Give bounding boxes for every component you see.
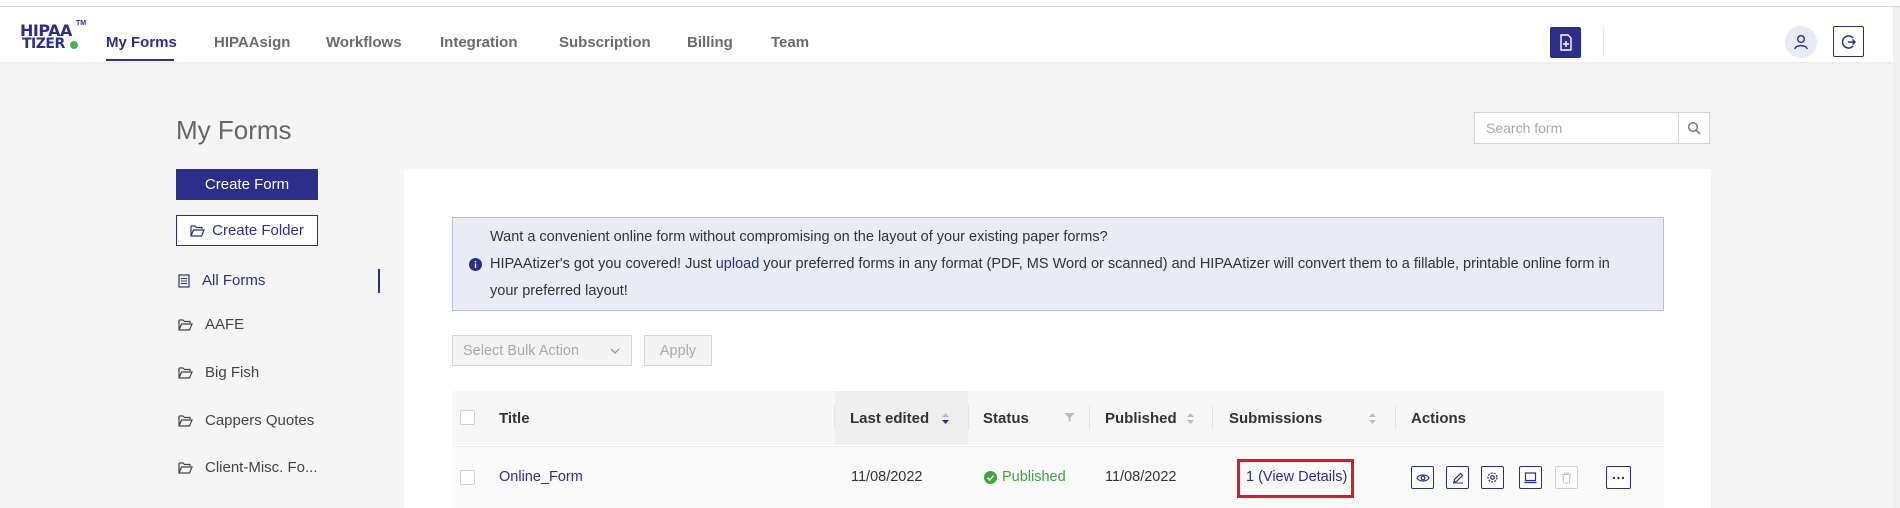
folder-open-icon	[190, 224, 206, 237]
chevron-down-icon	[610, 348, 620, 354]
view-form-button[interactable]	[1411, 466, 1434, 489]
more-icon	[1612, 476, 1625, 479]
column-header-title[interactable]: Title	[499, 410, 530, 427]
page-title: My Forms	[176, 115, 292, 145]
column-divider	[834, 405, 835, 430]
table-header	[452, 391, 1664, 445]
info-line2: HIPAAtizer's got you covered! Just uploa…	[490, 251, 1650, 278]
nav-workflows[interactable]: Workflows	[326, 34, 402, 51]
search-input[interactable]	[1475, 113, 1679, 143]
filter-icon[interactable]	[1064, 412, 1075, 423]
column-divider	[968, 405, 969, 430]
column-header-actions: Actions	[1411, 410, 1467, 427]
hipaatizer-logo[interactable]: HIPAA TM TIZER	[20, 20, 87, 55]
embed-form-button[interactable]	[1519, 466, 1542, 489]
navbar-divider	[1603, 27, 1604, 55]
column-header-submissions[interactable]: Submissions	[1229, 410, 1322, 427]
form-settings-button[interactable]	[1481, 466, 1504, 489]
info-line2-end: your preferred forms in any format (PDF,…	[759, 256, 1610, 272]
logout-icon	[1841, 34, 1856, 49]
sidebar-item-label: Client-Misc. Fo...	[205, 459, 318, 476]
nav-team[interactable]: Team	[771, 34, 809, 51]
upload-link[interactable]: upload	[716, 256, 760, 272]
document-plus-icon	[1559, 34, 1572, 51]
settings-icon	[1487, 472, 1498, 483]
info-text: Want a convenient online form without co…	[490, 224, 1650, 305]
nav-billing[interactable]: Billing	[687, 34, 733, 51]
nav-active-underline	[106, 59, 174, 61]
nav-hipaasign[interactable]: HIPAAsign	[214, 34, 290, 51]
sort-descending-icon[interactable]	[941, 411, 950, 426]
status-label: Published	[1002, 469, 1066, 485]
column-divider	[1089, 405, 1090, 430]
browser-top-line	[0, 0, 1900, 7]
user-profile-button[interactable]	[1785, 26, 1817, 58]
view-icon	[1415, 473, 1430, 482]
search-icon	[1687, 121, 1701, 135]
new-document-button[interactable]	[1550, 27, 1581, 58]
user-icon	[1794, 35, 1808, 50]
delete-icon	[1562, 471, 1571, 484]
info-line3: your preferred layout!	[490, 283, 628, 299]
info-icon	[469, 258, 482, 271]
logo-tm: TM	[76, 20, 87, 27]
folder-icon	[178, 318, 193, 331]
column-header-published[interactable]: Published	[1105, 410, 1177, 427]
bulk-action-placeholder: Select Bulk Action	[463, 342, 580, 359]
create-form-button[interactable]: Create Form	[176, 169, 318, 200]
sidebar-item-label: Cappers Quotes	[205, 412, 315, 429]
view-details-link[interactable]: 1 (View Details)	[1246, 469, 1347, 485]
create-folder-button[interactable]: Create Folder	[176, 215, 318, 246]
sidebar-item-aafe[interactable]: AAFE	[178, 316, 244, 333]
sidebar-item-all-forms[interactable]: All Forms	[178, 272, 265, 289]
info-line1: Want a convenient online form without co…	[490, 229, 1108, 245]
sidebar-item-label: AAFE	[205, 316, 245, 333]
upload-info-banner: Want a convenient online form without co…	[452, 217, 1664, 311]
nav-integration[interactable]: Integration	[440, 34, 518, 51]
search-form-box	[1474, 112, 1710, 144]
column-header-last-edited[interactable]: Last edited	[850, 410, 929, 427]
sidebar-item-cappers-quotes[interactable]: Cappers Quotes	[178, 412, 314, 429]
form-list-icon	[178, 273, 190, 288]
page-scrollbar[interactable]	[1893, 7, 1900, 508]
sidebar-item-client-misc[interactable]: Client-Misc. Fo...	[178, 459, 318, 476]
published-value: 11/08/2022	[1105, 469, 1177, 485]
sort-icon[interactable]	[1368, 411, 1377, 426]
search-button[interactable]	[1678, 113, 1709, 143]
column-header-status[interactable]: Status	[983, 410, 1029, 427]
sidebar-item-label: All Forms	[202, 272, 266, 289]
more-actions-button[interactable]	[1606, 466, 1631, 489]
logout-button[interactable]	[1833, 26, 1864, 57]
status-badge: Published	[984, 469, 1066, 485]
apply-button[interactable]: Apply	[644, 335, 712, 366]
sidebar-item-big-fish[interactable]: Big Fish	[178, 364, 259, 381]
nav-subscription[interactable]: Subscription	[559, 34, 651, 51]
bulk-action-select[interactable]: Select Bulk Action	[452, 335, 632, 366]
column-divider	[1212, 405, 1213, 430]
nav-my-forms[interactable]: My Forms	[106, 34, 177, 51]
column-divider	[1395, 405, 1396, 430]
info-line2-start: HIPAAtizer's got you covered! Just	[490, 256, 716, 272]
create-folder-label: Create Folder	[212, 222, 304, 239]
top-navbar: HIPAA TM TIZER My Forms HIPAAsign Workfl…	[0, 7, 1893, 62]
sidebar-item-label: Big Fish	[205, 364, 260, 381]
logo-line2: TIZER	[22, 36, 65, 52]
folder-icon	[178, 414, 193, 427]
delete-form-button[interactable]	[1555, 466, 1578, 489]
edit-icon	[1452, 472, 1463, 483]
logo-dot	[70, 41, 78, 49]
sort-icon[interactable]	[1186, 411, 1195, 426]
folder-icon	[178, 461, 193, 474]
check-circle-icon	[984, 470, 997, 484]
select-all-checkbox[interactable]	[460, 410, 475, 425]
row-checkbox[interactable]	[460, 470, 475, 485]
embed-icon	[1524, 471, 1537, 483]
form-title-link[interactable]: Online_Form	[499, 469, 583, 485]
last-edited-value: 11/08/2022	[851, 469, 923, 485]
edit-form-button[interactable]	[1446, 466, 1469, 489]
folder-icon	[178, 366, 193, 379]
sidebar-active-indicator	[378, 269, 380, 293]
